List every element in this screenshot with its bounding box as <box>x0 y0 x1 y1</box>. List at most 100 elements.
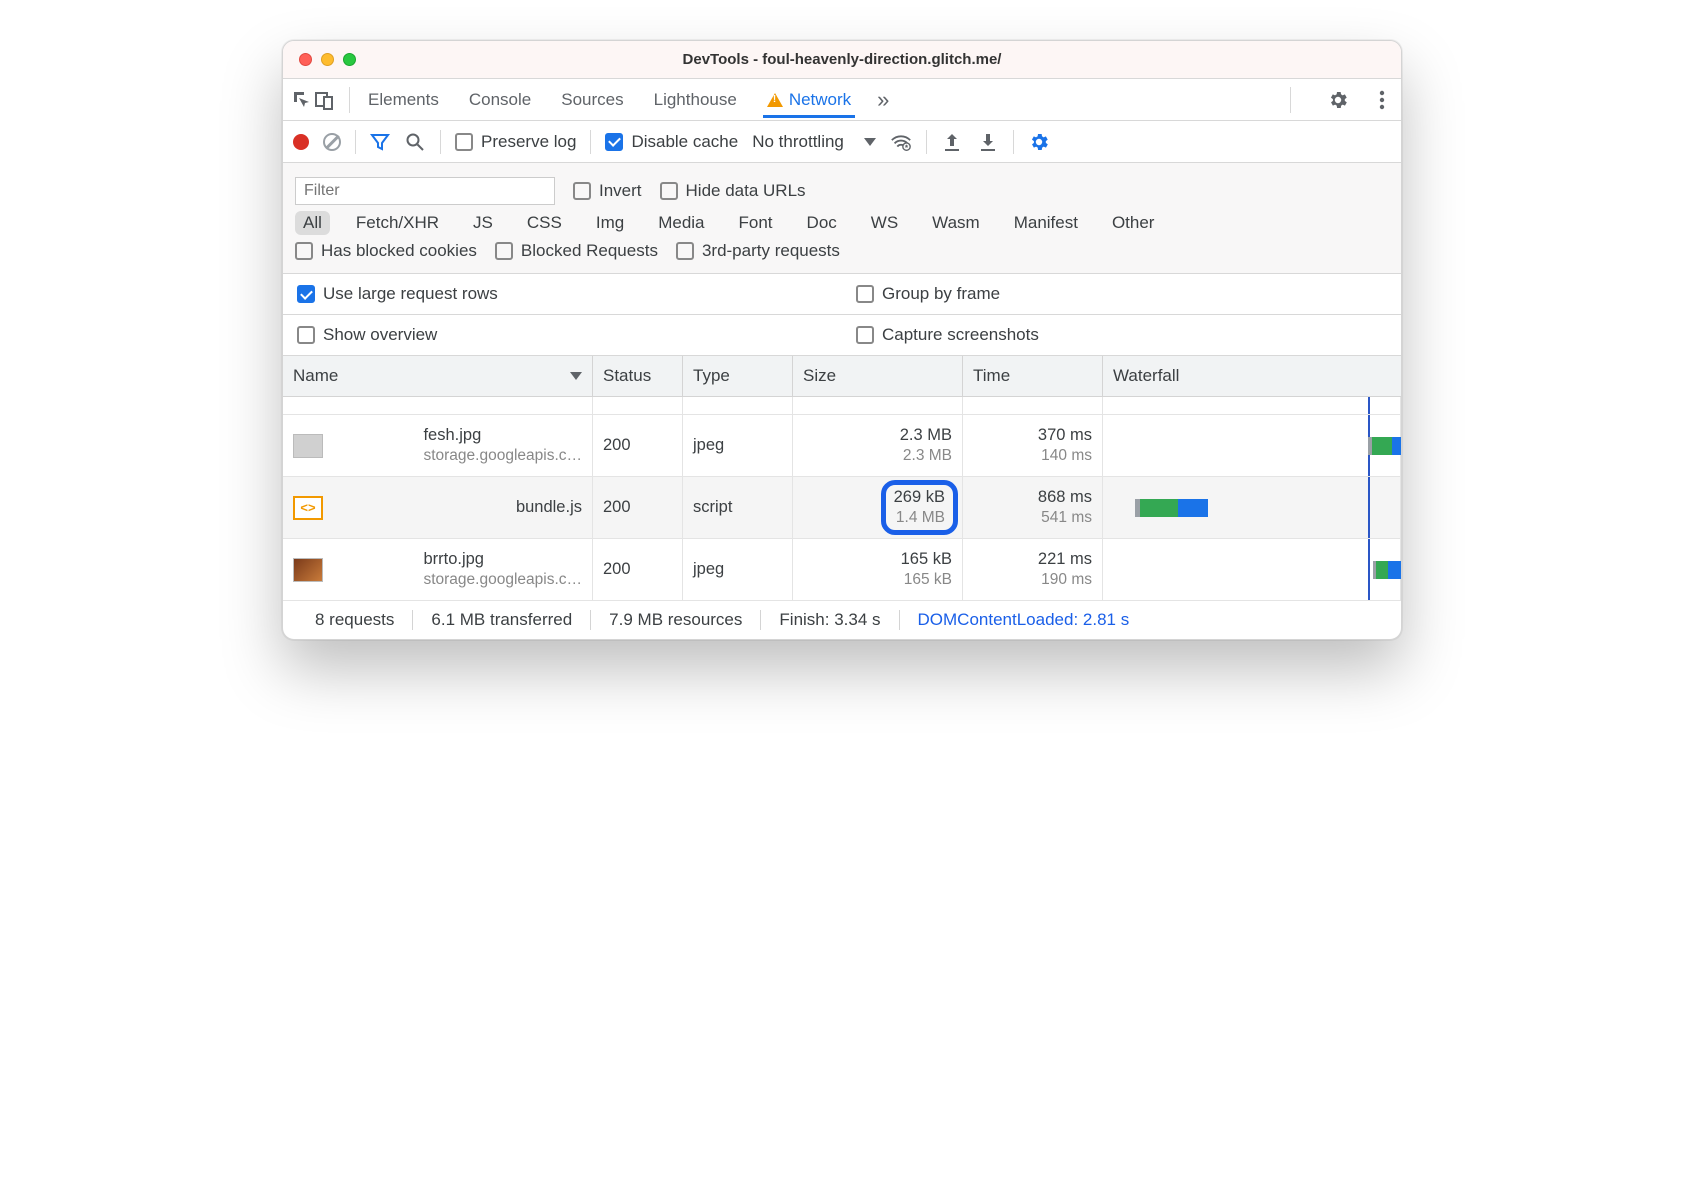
script-icon: <> <box>293 496 323 520</box>
request-name: fesh.jpg <box>423 426 582 445</box>
preserve-log-checkbox[interactable]: Preserve log <box>455 132 576 152</box>
table-row[interactable]: brrto.jpg storage.googleapis.c… 200 jpeg… <box>283 539 1401 601</box>
device-toggle-icon[interactable] <box>313 89 335 111</box>
waterfall-bar <box>1113 547 1390 592</box>
preserve-log-label: Preserve log <box>481 132 576 152</box>
disable-cache-checkbox[interactable]: Disable cache <box>605 132 738 152</box>
network-conditions-icon[interactable] <box>890 131 912 153</box>
large-rows-checkbox[interactable]: Use large request rows <box>297 284 498 304</box>
tab-lighthouse[interactable]: Lighthouse <box>650 82 741 118</box>
tab-elements[interactable]: Elements <box>364 82 443 118</box>
inspect-element-icon[interactable] <box>291 89 313 111</box>
kebab-menu-icon[interactable] <box>1371 89 1393 111</box>
show-overview-label: Show overview <box>323 325 437 345</box>
invert-checkbox[interactable]: Invert <box>573 181 642 201</box>
request-size: 165 kB <box>901 550 952 569</box>
blocked-requests-label: Blocked Requests <box>521 241 658 261</box>
checkbox-icon <box>455 133 473 151</box>
request-type: script <box>683 477 793 538</box>
invert-label: Invert <box>599 181 642 201</box>
request-latency: 140 ms <box>1041 447 1092 465</box>
minimize-window-button[interactable] <box>321 53 334 66</box>
network-settings-icon[interactable] <box>1028 131 1050 153</box>
col-time[interactable]: Time <box>963 356 1103 396</box>
status-resources: 7.9 MB resources <box>591 610 761 630</box>
tab-network-label: Network <box>789 90 851 110</box>
record-button[interactable] <box>293 134 309 150</box>
request-status: 200 <box>593 477 683 538</box>
request-name: brrto.jpg <box>423 550 582 569</box>
clear-button[interactable] <box>323 133 341 151</box>
tab-sources[interactable]: Sources <box>557 82 627 118</box>
blocked-cookies-label: Has blocked cookies <box>321 241 477 261</box>
throttling-select[interactable]: No throttling <box>752 132 876 152</box>
filter-type-doc[interactable]: Doc <box>799 211 845 235</box>
blocked-requests-checkbox[interactable]: Blocked Requests <box>495 241 658 261</box>
show-overview-checkbox[interactable]: Show overview <box>297 325 437 345</box>
capture-screenshots-label: Capture screenshots <box>882 325 1039 345</box>
image-thumbnail-icon <box>293 434 323 458</box>
search-icon[interactable] <box>404 131 426 153</box>
col-name[interactable]: Name <box>283 356 593 396</box>
filter-type-font[interactable]: Font <box>731 211 781 235</box>
col-type[interactable]: Type <box>683 356 793 396</box>
filter-type-img[interactable]: Img <box>588 211 632 235</box>
third-party-checkbox[interactable]: 3rd-party requests <box>676 241 840 261</box>
checkbox-icon <box>295 242 313 260</box>
image-thumbnail-icon <box>293 558 323 582</box>
request-name: bundle.js <box>516 498 582 517</box>
table-row[interactable]: fesh.jpg storage.googleapis.c… 200 jpeg … <box>283 415 1401 477</box>
checkbox-icon <box>297 285 315 303</box>
capture-screenshots-checkbox[interactable]: Capture screenshots <box>856 325 1039 345</box>
status-bar: 8 requests 6.1 MB transferred 7.9 MB res… <box>283 601 1401 639</box>
request-time: 221 ms <box>1038 550 1092 569</box>
filter-toggle-icon[interactable] <box>370 132 390 152</box>
download-har-icon[interactable] <box>977 131 999 153</box>
col-status[interactable]: Status <box>593 356 683 396</box>
third-party-label: 3rd-party requests <box>702 241 840 261</box>
request-type: jpeg <box>683 415 793 476</box>
filter-type-wasm[interactable]: Wasm <box>924 211 988 235</box>
checkbox-icon <box>297 326 315 344</box>
more-tabs-button[interactable]: » <box>877 87 889 113</box>
maximize-window-button[interactable] <box>343 53 356 66</box>
filter-type-css[interactable]: CSS <box>519 211 570 235</box>
request-domain: storage.googleapis.c… <box>423 447 582 465</box>
col-name-label: Name <box>293 366 338 386</box>
window-title: DevTools - foul-heavenly-direction.glitc… <box>683 51 1002 68</box>
filter-input[interactable] <box>295 177 555 205</box>
request-grid: fesh.jpg storage.googleapis.c… 200 jpeg … <box>283 415 1401 601</box>
filter-type-media[interactable]: Media <box>650 211 712 235</box>
hide-data-label: Hide data URLs <box>686 181 806 201</box>
filter-type-fetch[interactable]: Fetch/XHR <box>348 211 447 235</box>
tab-network[interactable]: Network <box>763 82 855 118</box>
clipped-size <box>793 397 963 414</box>
table-row[interactable]: <> bundle.js 200 script 269 kB 1.4 MB 86… <box>283 477 1401 539</box>
throttling-value: No throttling <box>752 132 844 152</box>
close-window-button[interactable] <box>299 53 312 66</box>
filter-type-other[interactable]: Other <box>1104 211 1163 235</box>
status-finish: Finish: 3.34 s <box>761 610 899 630</box>
warning-icon <box>767 93 783 107</box>
filter-type-ws[interactable]: WS <box>863 211 906 235</box>
large-rows-label: Use large request rows <box>323 284 498 304</box>
filter-type-all[interactable]: All <box>295 211 330 235</box>
tab-console[interactable]: Console <box>465 82 535 118</box>
group-by-frame-checkbox[interactable]: Group by frame <box>856 284 1000 304</box>
col-waterfall[interactable]: Waterfall <box>1103 356 1401 396</box>
status-dcl: DOMContentLoaded: 2.81 s <box>900 610 1148 630</box>
request-size-uncompressed: 165 kB <box>904 571 952 589</box>
checkbox-icon <box>573 182 591 200</box>
upload-har-icon[interactable] <box>941 131 963 153</box>
size-highlight: 269 kB 1.4 MB <box>881 480 958 535</box>
titlebar: DevTools - foul-heavenly-direction.glitc… <box>283 41 1401 79</box>
group-by-frame-label: Group by frame <box>882 284 1000 304</box>
col-size[interactable]: Size <box>793 356 963 396</box>
filter-type-js[interactable]: JS <box>465 211 501 235</box>
settings-icon[interactable] <box>1327 89 1349 111</box>
checkbox-icon <box>660 182 678 200</box>
filter-type-manifest[interactable]: Manifest <box>1006 211 1086 235</box>
network-toolbar: Preserve log Disable cache No throttling <box>283 121 1401 163</box>
blocked-cookies-checkbox[interactable]: Has blocked cookies <box>295 241 477 261</box>
hide-data-urls-checkbox[interactable]: Hide data URLs <box>660 181 806 201</box>
